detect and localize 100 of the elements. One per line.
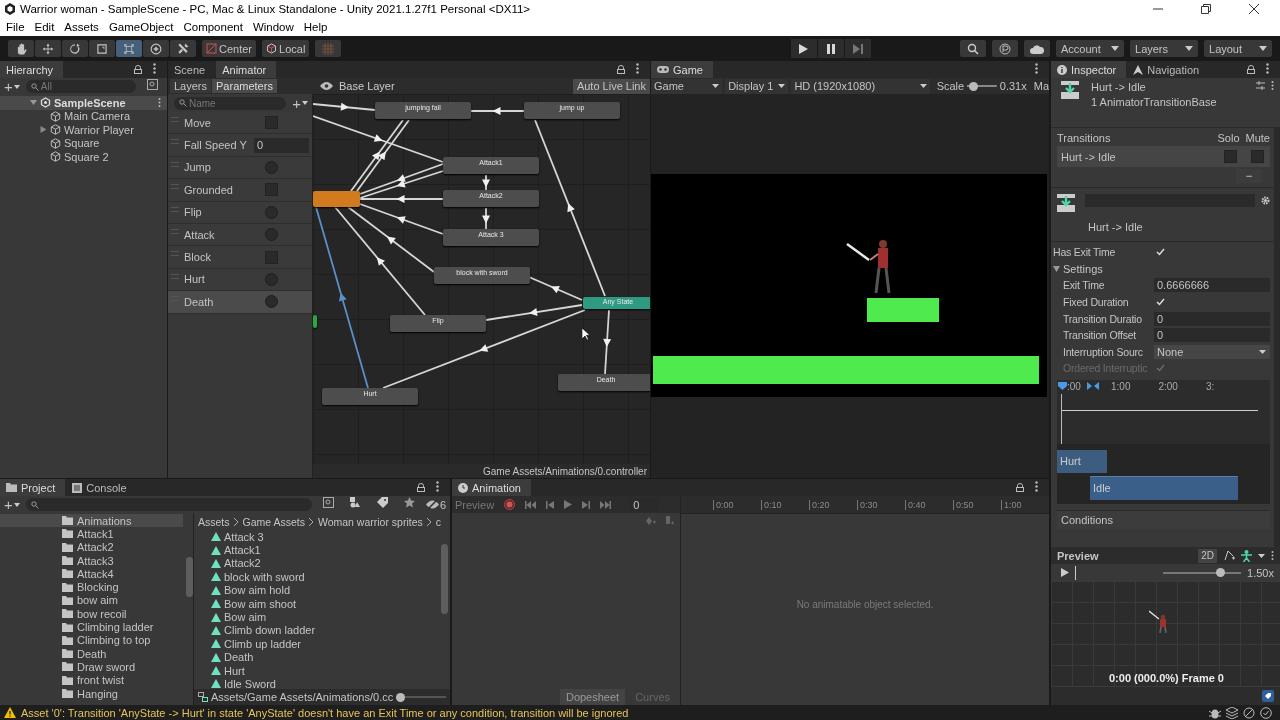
add-parameter-button[interactable]: + <box>292 95 308 111</box>
layout-dropdown[interactable]: Layout <box>1204 40 1272 57</box>
solo-checkbox[interactable] <box>1224 150 1237 163</box>
more-icon[interactable] <box>158 98 161 108</box>
folder-item[interactable]: front twist <box>0 673 183 687</box>
maximize-button[interactable]: Ma <box>1029 80 1049 92</box>
tool-button[interactable] <box>35 40 61 57</box>
clip-bar[interactable]: Hurt <box>1057 449 1107 473</box>
hierarchy-item[interactable]: Warrior Player <box>64 123 134 136</box>
dropdown-field[interactable]: None <box>1154 344 1270 359</box>
more-icon[interactable] <box>1266 63 1269 74</box>
sub-tab[interactable]: Parameters <box>212 79 277 93</box>
scale-slider[interactable] <box>967 81 997 91</box>
asset-item[interactable]: Bow aim hold <box>224 584 291 597</box>
panel-tab[interactable]: Inspector <box>1051 61 1127 78</box>
mode-tab[interactable]: Dopesheet <box>559 688 626 705</box>
breadcrumb-item[interactable]: Assets <box>198 515 230 528</box>
more-icon[interactable] <box>153 63 156 74</box>
menu-item[interactable]: File <box>2 21 31 33</box>
slider-thumb[interactable] <box>969 81 979 91</box>
breadcrumb-item[interactable]: Woman warrior sprites <box>317 515 423 528</box>
folder-item[interactable]: Animations <box>0 514 183 528</box>
avatar-icon[interactable] <box>1241 549 1252 562</box>
more-icon[interactable] <box>1035 63 1038 74</box>
transition-range-marker-icon[interactable] <box>1087 381 1099 390</box>
2d-toggle[interactable]: 2D <box>1198 548 1217 563</box>
clip-bar[interactable]: Idle <box>1090 475 1238 500</box>
playhead-marker-icon[interactable] <box>1058 381 1067 390</box>
checkbox[interactable] <box>1154 296 1166 309</box>
parameter-search-field[interactable]: Name <box>174 96 287 110</box>
folder-item[interactable]: Climbing to top <box>0 633 183 647</box>
menu-item[interactable]: Component <box>179 21 249 33</box>
transition-arrow[interactable] <box>359 195 444 203</box>
live-link-button[interactable]: Auto Live Link <box>572 78 650 94</box>
bool-checkbox[interactable] <box>265 116 278 130</box>
foldout-arrow-icon[interactable] <box>1053 265 1060 272</box>
remove-button[interactable]: − <box>1236 169 1262 183</box>
pivot-button[interactable]: Center <box>202 40 257 57</box>
scene-search-icon[interactable] <box>322 497 334 508</box>
sub-tab[interactable]: Layers <box>170 79 212 93</box>
transition-item[interactable]: Hurt -> Idle <box>1061 150 1116 163</box>
expand-arrow-icon[interactable] <box>40 126 47 134</box>
trigger-radio[interactable] <box>265 228 278 242</box>
star-icon[interactable] <box>403 497 415 508</box>
previous-key-icon[interactable] <box>546 500 555 509</box>
search-button[interactable] <box>960 40 986 57</box>
search-field[interactable]: All <box>25 80 136 93</box>
asset-item[interactable]: Attack1 <box>224 544 261 557</box>
view-dropdown[interactable]: Game <box>651 78 723 94</box>
display-dropdown[interactable]: Display 1 <box>725 78 789 94</box>
tool-button[interactable] <box>8 40 34 57</box>
bool-checkbox[interactable] <box>265 183 278 197</box>
close-icon[interactable] <box>1249 4 1259 14</box>
folder-item[interactable]: Climbing ladder <box>0 620 183 634</box>
folder-item[interactable]: Hanging <box>0 686 183 701</box>
lock-icon[interactable] <box>134 65 142 74</box>
animation-tab[interactable]: Animation <box>452 479 531 496</box>
lock-icon[interactable] <box>1016 483 1024 492</box>
folder-item[interactable]: bow aim <box>0 593 183 608</box>
resolution-dropdown[interactable]: HD (1920x1080) <box>791 78 930 94</box>
more-icon[interactable] <box>1035 481 1038 492</box>
hierarchy-item[interactable]: Square 2 <box>64 150 109 163</box>
tool-button[interactable] <box>143 40 169 57</box>
menu-item[interactable]: GameObject <box>104 21 180 33</box>
scrollbar-thumb[interactable] <box>441 544 448 614</box>
folder-item[interactable]: Attack3 <box>0 553 183 568</box>
record-icon[interactable] <box>504 499 516 510</box>
layer-breadcrumb[interactable]: Base Layer <box>339 80 395 92</box>
asset-item[interactable]: Climb up ladder <box>224 637 302 650</box>
more-icon[interactable] <box>436 481 439 492</box>
panel-tab[interactable]: Animator <box>216 61 277 78</box>
panel-tab[interactable]: Project <box>0 479 66 496</box>
menu-item[interactable]: Help <box>299 21 334 33</box>
has-exit-time-checkbox[interactable] <box>1154 246 1166 259</box>
tool-button[interactable] <box>116 40 142 57</box>
skip-start-icon[interactable] <box>525 500 537 509</box>
lock-icon[interactable] <box>417 483 425 492</box>
more-icon[interactable] <box>1271 81 1274 90</box>
play-icon[interactable] <box>564 500 573 509</box>
tool-button[interactable] <box>170 40 196 57</box>
parameter-row[interactable]: Death <box>168 291 312 314</box>
menu-item[interactable]: Assets <box>60 21 105 33</box>
asset-item[interactable]: Hurt <box>224 664 245 677</box>
slider-thumb[interactable] <box>1215 568 1225 577</box>
menu-item[interactable]: Window <box>248 21 300 33</box>
trigger-radio[interactable] <box>265 160 278 174</box>
number-field[interactable]: 0.6666666 <box>1154 278 1270 293</box>
mute-checkbox[interactable] <box>1251 150 1264 163</box>
expand-arrow-icon[interactable] <box>30 99 37 107</box>
check-circle-icon[interactable] <box>1260 706 1272 719</box>
more-icon[interactable] <box>1271 551 1274 560</box>
asset-item[interactable]: Bow aim shoot <box>224 597 297 610</box>
caret-icon[interactable] <box>1258 553 1265 558</box>
layers-dropdown[interactable]: Layers <box>1130 40 1198 57</box>
folder-item[interactable]: Blocking <box>0 580 183 594</box>
number-field[interactable]: 0 <box>1154 311 1270 326</box>
folder-item[interactable]: Draw sword <box>0 660 183 674</box>
trigger-radio[interactable] <box>265 205 278 219</box>
slider-thumb[interactable] <box>396 692 406 702</box>
tool-button[interactable] <box>62 40 88 57</box>
